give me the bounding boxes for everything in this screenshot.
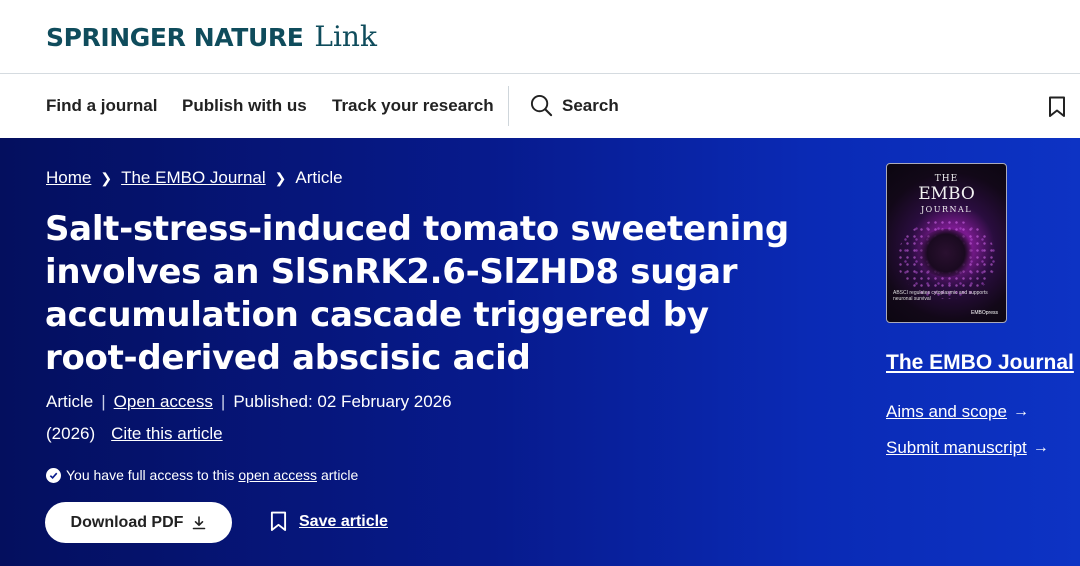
cover-publisher: EMBOpress — [971, 310, 998, 316]
cover-artwork-center — [917, 229, 975, 277]
nav-publish-with-us[interactable]: Publish with us — [182, 96, 307, 116]
article-citation-row: (2026) Cite this article — [46, 424, 223, 444]
main-navigation: Find a journal Publish with us Track you… — [0, 74, 1080, 138]
cover-title-journal: JOURNAL — [920, 205, 973, 214]
check-circle-icon — [46, 467, 61, 483]
article-type: Article — [46, 392, 94, 411]
nav-find-journal[interactable]: Find a journal — [46, 96, 157, 116]
chevron-right-icon: ❯ — [100, 169, 113, 186]
logo-suffix: Link — [314, 20, 377, 53]
download-icon — [193, 515, 206, 529]
aims-scope-label: Aims and scope — [886, 402, 1007, 421]
access-open-access-link[interactable]: open access — [238, 467, 317, 483]
journal-title-link[interactable]: The EMBO Journal — [886, 351, 1074, 375]
site-header: SPRINGER NATURE Link — [0, 0, 1080, 74]
journal-cover-image[interactable]: THE EMBO JOURNAL ABSCI regulates cytopla… — [886, 163, 1007, 323]
cite-article-link[interactable]: Cite this article — [111, 424, 222, 444]
published-date: Published: 02 February 2026 — [233, 392, 452, 411]
submit-manuscript-link[interactable]: Submit manuscript → — [886, 438, 1049, 458]
nav-track-research[interactable]: Track your research — [332, 96, 494, 116]
submit-manuscript-label: Submit manuscript — [886, 438, 1027, 457]
chevron-right-icon: ❯ — [274, 169, 287, 186]
cover-title-embo: EMBO — [918, 184, 975, 204]
arrow-right-icon: → — [1032, 439, 1049, 456]
article-hero: Home ❯ The EMBO Journal ❯ Article Salt-s… — [0, 138, 1080, 566]
access-suffix: article — [320, 467, 359, 483]
save-article-button[interactable]: Save article — [270, 511, 388, 532]
arrow-right-icon: → — [1012, 403, 1029, 420]
article-meta: Article | Open access | Published: 02 Fe… — [46, 392, 452, 412]
nav-divider — [508, 86, 509, 126]
meta-separator: | — [220, 392, 226, 411]
open-access-link[interactable]: Open access — [114, 392, 213, 412]
cover-title-the: THE — [934, 174, 959, 184]
search-label: Search — [562, 95, 619, 115]
breadcrumb-current: Article — [295, 168, 343, 187]
search-icon — [530, 94, 553, 117]
cover-caption: ABSCI regulates cytoplasmic and supports… — [893, 290, 988, 302]
access-prefix: You have full access to this — [66, 467, 235, 483]
download-pdf-button[interactable]: Download PDF — [45, 502, 232, 543]
breadcrumb-journal[interactable]: The EMBO Journal — [121, 168, 266, 188]
logo-brand: SPRINGER NATURE — [46, 23, 304, 52]
meta-separator: | — [101, 392, 106, 411]
article-title: Salt-stress-induced tomato sweetening in… — [45, 209, 789, 378]
breadcrumb-home[interactable]: Home — [46, 168, 91, 188]
access-notice: You have full access to this open access… — [46, 467, 358, 483]
saved-items-button[interactable] — [1048, 96, 1066, 123]
bookmark-icon — [270, 511, 287, 531]
breadcrumb: Home ❯ The EMBO Journal ❯ Article — [46, 168, 343, 188]
save-article-label: Save article — [299, 512, 388, 530]
aims-scope-link[interactable]: Aims and scope → — [886, 402, 1029, 422]
download-pdf-label: Download PDF — [70, 513, 184, 531]
springer-nature-link-logo[interactable]: SPRINGER NATURE Link — [46, 20, 377, 53]
bookmark-icon — [1049, 96, 1065, 117]
search-button[interactable]: Search — [530, 94, 619, 117]
article-year: (2026) — [46, 424, 96, 443]
